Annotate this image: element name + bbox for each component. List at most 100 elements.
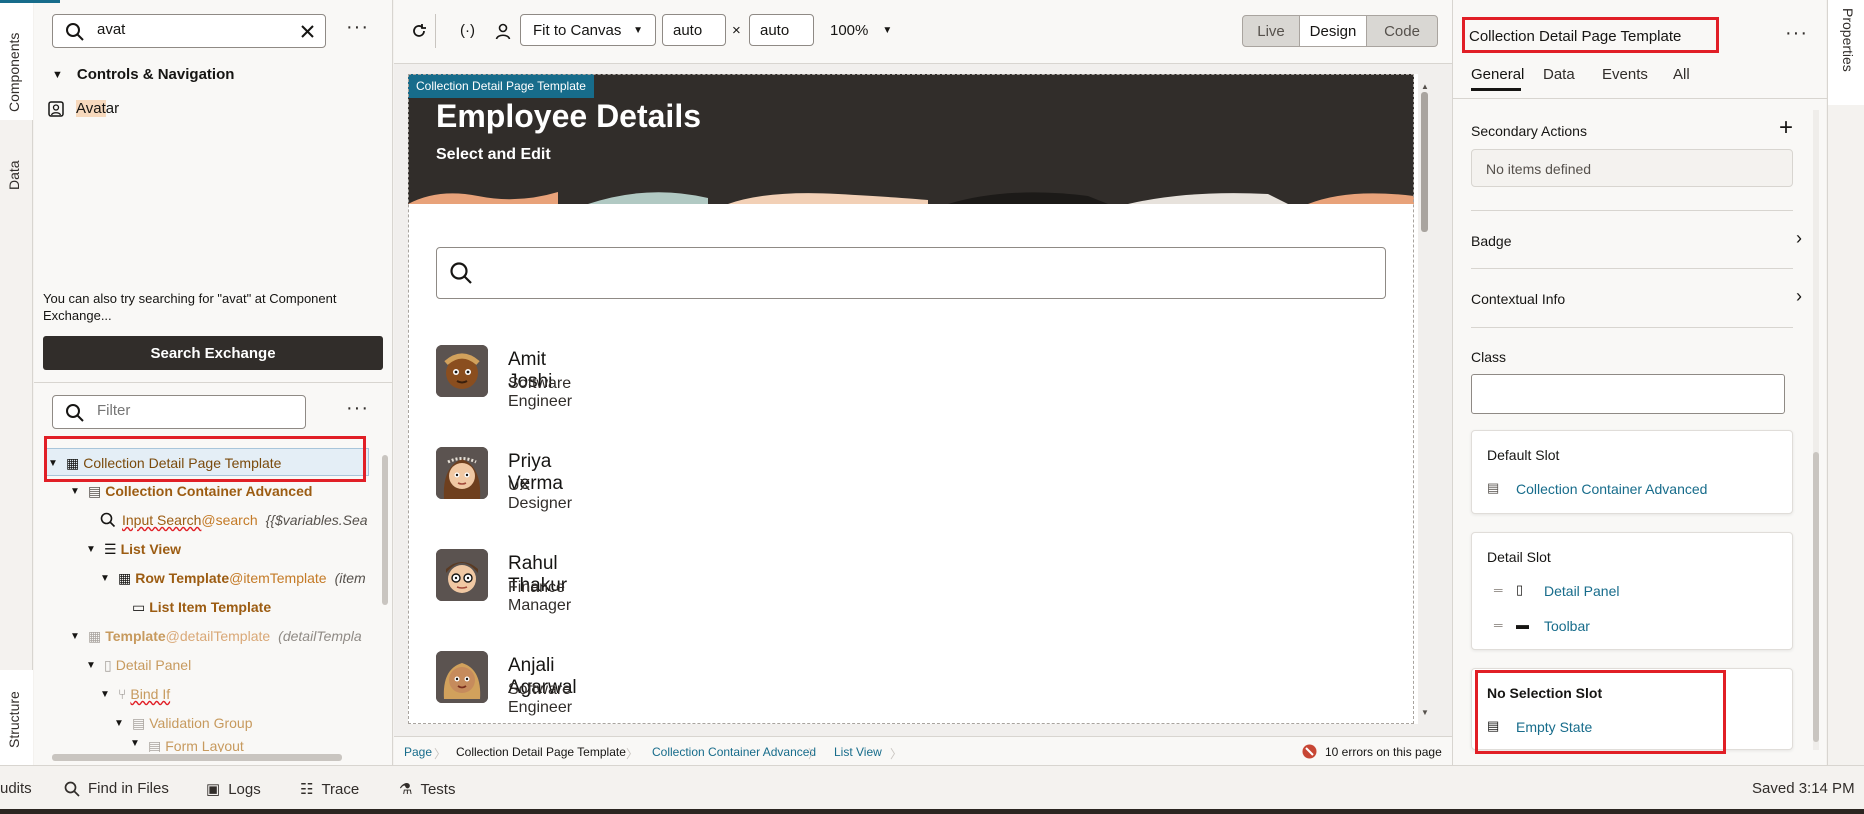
structure-more-icon[interactable]: ··· [346,397,369,420]
tab-data[interactable]: Data [0,120,33,200]
tab-components[interactable]: Components [0,0,33,120]
scroll-down-icon[interactable]: ▼ [1421,708,1429,717]
tab-all[interactable]: All [1673,66,1690,83]
breadcrumb: Page 〉 Collection Detail Page Template 〉… [394,736,1452,766]
trace-tab[interactable]: ☷ Trace [300,780,359,799]
tree-item-input-search[interactable]: Input Search @search {{$variables.Sea [100,506,368,534]
canvas-search-field[interactable] [436,247,1386,299]
saved-status: Saved 3:14 PM [1752,780,1855,797]
toolbar-link[interactable]: Toolbar [1544,618,1590,634]
logs-icon: ▣ [206,781,221,798]
tree-item-list-view[interactable]: ▼ ☰ List View [86,535,181,563]
search-icon [100,512,116,528]
badge-section[interactable]: Badge [1471,233,1511,249]
height-input[interactable]: auto [749,14,814,46]
breadcrumb-page[interactable]: Page [404,745,432,759]
canvas-scrollbar-track: ▲ ▼ [1418,74,1431,724]
empty-state-link[interactable]: Empty State [1516,719,1592,735]
properties-more-icon[interactable]: ··· [1785,22,1808,45]
tab-properties[interactable]: Properties [1828,0,1864,105]
tab-general[interactable]: General [1471,66,1524,83]
logs-tab[interactable]: ▣ Logs [206,780,261,799]
breadcrumb-separator: 〉 [434,747,447,761]
tree-vertical-scrollbar[interactable] [382,455,388,605]
variables-icon[interactable]: (·) [460,22,475,39]
page-canvas[interactable]: Employee Details Select and Edit Collect… [408,74,1431,724]
fit-to-canvas-select[interactable]: Fit to Canvas ▼ [520,14,656,46]
trace-icon: ☷ [300,781,314,798]
components-more-icon[interactable]: ··· [346,16,369,39]
chevron-right-icon[interactable]: › [1796,228,1802,249]
tests-tab[interactable]: ⚗ Tests [399,780,455,799]
default-slot-link[interactable]: Collection Container Advanced [1516,481,1707,497]
add-icon[interactable]: + [1779,114,1793,142]
left-vertical-tabs: Components Data Structure [0,0,33,765]
detail-slot-label: Detail Slot [1487,549,1551,565]
search-exchange-button[interactable]: Search Exchange [43,336,383,370]
find-in-files-tab[interactable]: Find in Files [64,780,169,797]
tree-item-validation-group[interactable]: ▼ ▤ Validation Group [114,709,252,737]
caret-down-icon: ▼ [130,738,140,749]
breadcrumb-current[interactable]: Collection Detail Page Template [456,745,626,759]
contextual-info-section[interactable]: Contextual Info [1471,291,1565,307]
components-panel: ··· ▼ Controls & Navigation Avatar You c… [34,0,393,765]
breadcrumb-list-view[interactable]: List View [834,745,882,759]
breadcrumb-container[interactable]: Collection Container Advanced [652,745,816,759]
tree-item-list-item-template[interactable]: ▭ List Item Template [132,593,271,621]
properties-scrollbar-thumb[interactable] [1813,452,1819,742]
divider [1471,210,1793,211]
width-input[interactable]: auto [662,14,726,46]
tree-item-bind-if[interactable]: ▼ ⑂ Bind If [100,680,170,708]
structure-filter-input[interactable] [97,402,297,419]
detail-slot-card: Detail Slot ═ ▯ Detail Panel ═ ▬ Toolbar [1471,532,1793,650]
caret-down-icon: ▼ [100,688,110,700]
top-accent [0,0,60,3]
times-sign: × [732,22,741,39]
live-mode-button[interactable]: Live [1242,15,1300,47]
class-input[interactable] [1471,374,1785,414]
chevron-right-icon[interactable]: › [1796,286,1802,307]
divider [1471,327,1793,328]
tab-data-label: Data [6,160,22,190]
tree-item-form-layout[interactable]: ▼ ▤ Form Layout [130,738,244,752]
filter-search-icon [66,404,84,422]
audits-tab[interactable]: udits [0,780,32,797]
tab-properties-label: Properties [1840,8,1856,72]
right-vertical-tabs: Properties [1827,0,1864,765]
container-icon: ▤ [88,482,102,499]
errors-indicator[interactable]: 10 errors on this page [1302,744,1442,759]
group-controls-navigation[interactable]: ▼ Controls & Navigation [52,66,234,83]
clear-icon[interactable] [300,24,315,39]
drag-handle-icon[interactable]: ═ [1494,618,1503,632]
tree-item-collection-detail-page-template[interactable]: ▼ ▦ Collection Detail Page Template [48,449,281,477]
search-icon [64,781,80,797]
designer-canvas-area: (·) Fit to Canvas ▼ auto × auto 100% ▼ L… [394,0,1452,765]
component-search-box[interactable] [52,14,326,48]
tree-item-detail-template[interactable]: ▼ ▦ Template @detailTemplate (detailTemp… [70,622,362,650]
zoom-select[interactable]: 100% ▼ [830,22,892,39]
component-avatar-item[interactable]: Avatar [48,100,119,117]
tree-item-row-template[interactable]: ▼ ▦ Row Template @itemTemplate (item [100,564,366,592]
design-mode-button[interactable]: Design [1299,15,1367,47]
scroll-up-icon[interactable]: ▲ [1421,82,1429,91]
designer-toolbar: (·) Fit to Canvas ▼ auto × auto 100% ▼ L… [394,0,1452,64]
structure-filter-box[interactable] [52,395,306,429]
canvas-scrollbar-thumb[interactable] [1421,92,1428,232]
refresh-icon[interactable] [410,22,428,40]
detail-panel-link[interactable]: Detail Panel [1544,583,1620,599]
tab-data[interactable]: Data [1543,66,1575,83]
component-search-input[interactable] [97,21,297,38]
tree-item-collection-container-advanced[interactable]: ▼ ▤ Collection Container Advanced [70,477,312,505]
list-icon: ☰ [104,540,117,557]
user-icon[interactable] [494,22,512,40]
tree-horizontal-scrollbar[interactable] [52,754,342,761]
tree-item-detail-panel[interactable]: ▼ ▯ Detail Panel [86,651,191,679]
caret-down-icon: ▼ [70,630,80,642]
avatar [436,549,488,601]
form-icon: ▤ [148,738,162,752]
code-mode-button[interactable]: Code [1366,15,1438,47]
tab-structure[interactable]: Structure [0,670,33,765]
flask-icon: ⚗ [399,781,413,798]
drag-handle-icon[interactable]: ═ [1494,583,1503,597]
tab-events[interactable]: Events [1602,66,1648,83]
